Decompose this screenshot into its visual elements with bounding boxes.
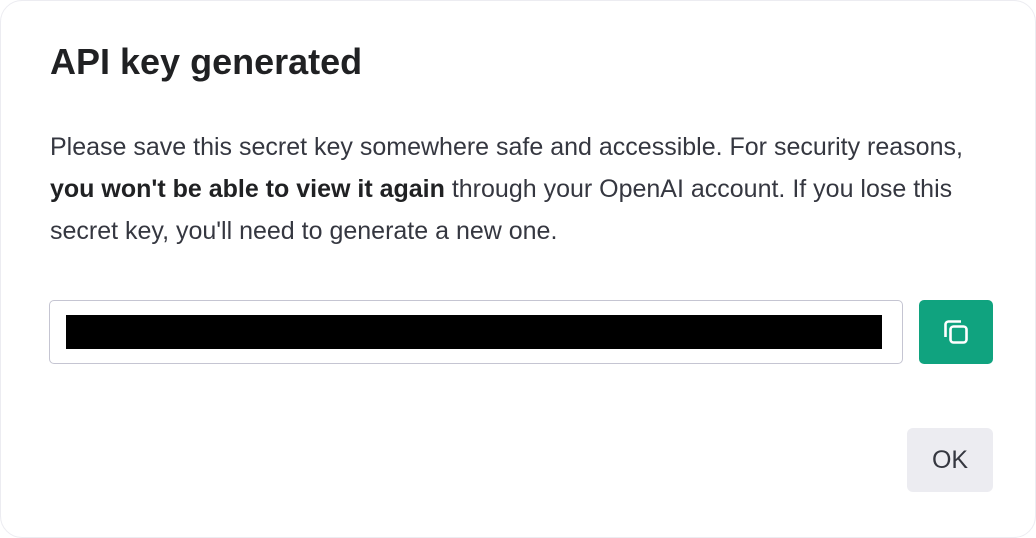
secret-key-value-redacted[interactable] — [66, 315, 882, 349]
api-key-dialog: API key generated Please save this secre… — [0, 0, 1036, 538]
secret-key-field[interactable] — [49, 300, 903, 364]
message-text-before: Please save this secret key somewhere sa… — [50, 133, 963, 161]
message-text-emphasis: you won't be able to view it again — [50, 175, 445, 203]
dialog-title: API key generated — [50, 41, 363, 82]
copy-icon — [939, 315, 973, 349]
copy-key-button[interactable] — [919, 300, 993, 364]
ok-button[interactable]: OK — [907, 428, 993, 492]
dialog-message: Please save this secret key somewhere sa… — [50, 126, 995, 252]
